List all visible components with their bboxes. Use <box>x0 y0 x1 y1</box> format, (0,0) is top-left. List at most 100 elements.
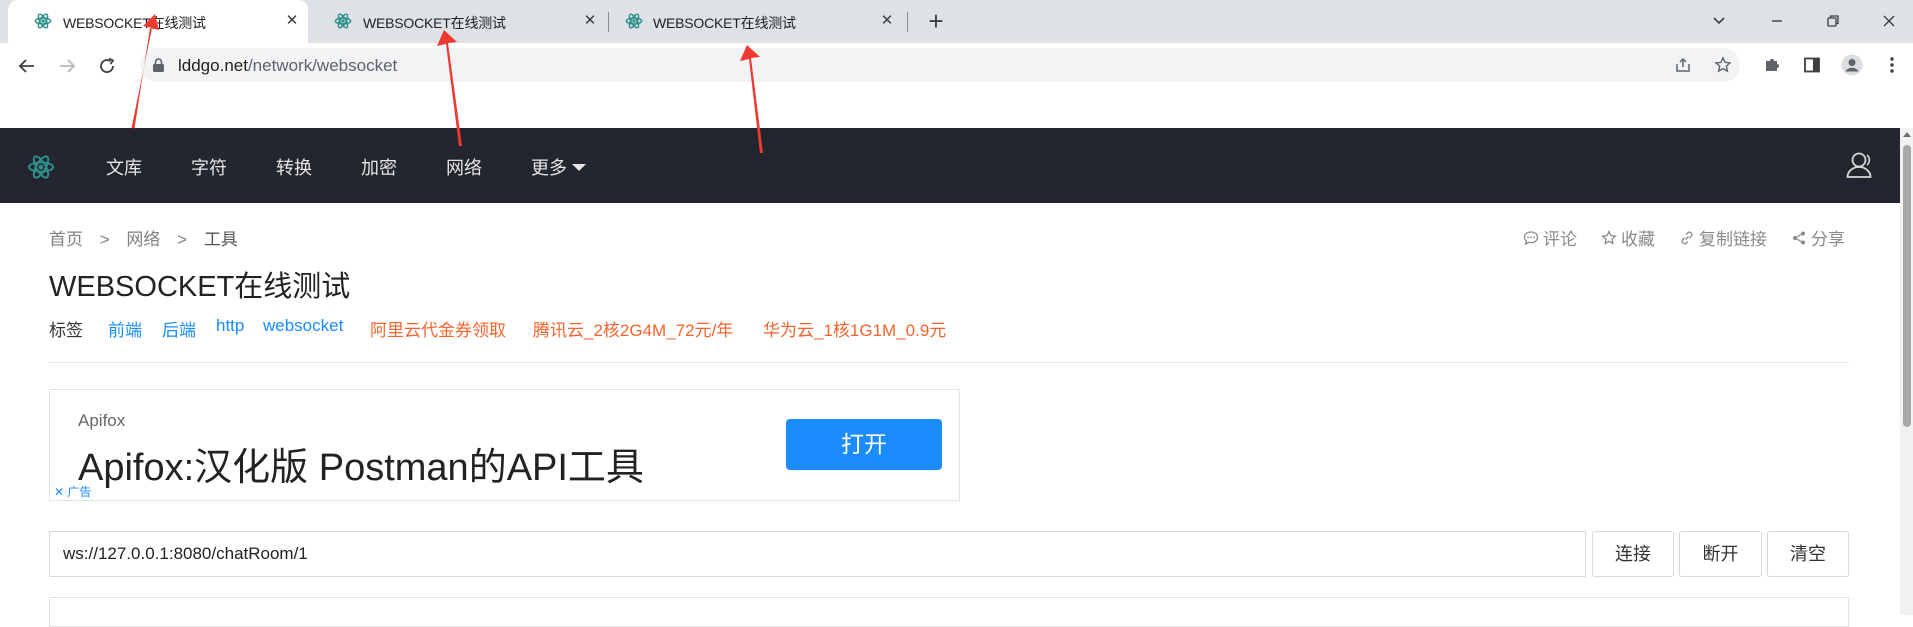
link-icon <box>1681 231 1693 244</box>
tab-close-icon[interactable]: ✕ <box>877 11 897 31</box>
restore-button[interactable] <box>1813 6 1853 36</box>
site-favicon-icon <box>34 13 52 29</box>
breadcrumb-home[interactable]: 首页 <box>49 230 83 249</box>
kebab-menu-icon <box>1890 57 1894 73</box>
message-panel <box>49 597 1849 627</box>
browser-tab-strip: WEBSOCKET在线测试 ✕ WEBSOCKET在线测试 ✕ WEBSOCKE… <box>0 0 1913 43</box>
profile-avatar-icon <box>1841 54 1863 76</box>
tag-link[interactable]: 前端 <box>108 316 142 341</box>
promo-link[interactable]: 阿里云代金券领取 <box>370 316 506 341</box>
nav-item-more-label: 更多 <box>531 158 567 178</box>
site-favicon-icon <box>625 13 643 29</box>
url-path: /network/websocket <box>247 56 398 75</box>
profile-button[interactable] <box>1838 51 1866 79</box>
websocket-url-input[interactable] <box>49 531 1586 577</box>
tags-label: 标签 <box>49 321 83 340</box>
restore-icon <box>1827 15 1839 27</box>
annotation-arrows <box>131 14 763 153</box>
promo-link[interactable]: 华为云_1核1G1M_0.9元 <box>763 316 946 341</box>
url-host: lddgo.net <box>178 56 248 75</box>
disconnect-button[interactable]: 断开 <box>1679 531 1762 577</box>
share-page-button[interactable] <box>1669 51 1697 79</box>
back-arrow-icon <box>18 59 34 73</box>
browser-tab-active[interactable]: WEBSOCKET在线测试 ✕ <box>8 0 308 43</box>
nav-item-network[interactable]: 网络 <box>446 154 482 180</box>
action-comment-label: 评论 <box>1543 230 1577 249</box>
nav-item-characters[interactable]: 字符 <box>191 154 227 180</box>
action-copy-link-label: 复制链接 <box>1699 230 1767 249</box>
browser-tab[interactable]: WEBSOCKET在线测试 ✕ <box>609 0 907 43</box>
browser-menu-button[interactable] <box>1878 51 1906 79</box>
reload-icon <box>100 57 115 73</box>
forward-button[interactable] <box>52 51 82 81</box>
ad-brand: Apifox <box>78 411 126 430</box>
tab-title: WEBSOCKET在线测试 <box>363 15 506 31</box>
action-copy-link[interactable]: 复制链接 <box>1679 225 1767 250</box>
close-window-button[interactable] <box>1869 6 1909 36</box>
ad-open-button[interactable]: 打开 <box>786 419 942 470</box>
site-logo-icon[interactable] <box>26 152 56 182</box>
tag-link[interactable]: 后端 <box>162 316 196 341</box>
ad-label[interactable]: ✕ 广告 <box>54 483 91 500</box>
caret-down-icon <box>572 164 586 171</box>
tab-search-button[interactable] <box>1699 6 1739 36</box>
share-icon <box>1793 231 1805 244</box>
nav-item-convert[interactable]: 转换 <box>276 154 312 180</box>
breadcrumb-current: 工具 <box>203 230 238 249</box>
user-account-icon[interactable] <box>1845 150 1875 180</box>
section-divider <box>49 362 1849 363</box>
close-icon <box>1883 15 1895 27</box>
tab-title: WEBSOCKET在线测试 <box>63 15 206 31</box>
connect-button[interactable]: 连接 <box>1592 531 1674 577</box>
action-favorite[interactable]: 收藏 <box>1601 225 1655 250</box>
forward-arrow-icon <box>60 59 76 73</box>
chevron-down-icon <box>1713 17 1725 25</box>
action-comment[interactable]: 评论 <box>1523 225 1577 250</box>
breadcrumb-network[interactable]: 网络 <box>126 230 160 249</box>
tag-link[interactable]: http <box>216 316 244 336</box>
reload-button[interactable] <box>92 51 122 81</box>
comment-icon <box>1523 230 1539 245</box>
lock-icon <box>153 58 164 72</box>
page-title: WEBSOCKET在线测试 <box>49 271 351 303</box>
tag-link[interactable]: websocket <box>263 316 343 336</box>
ad-headline: Apifox:汉化版 Postman的API工具 <box>78 447 644 489</box>
action-favorite-label: 收藏 <box>1621 230 1655 249</box>
breadcrumb-separator: > <box>177 230 188 249</box>
minimize-button[interactable] <box>1757 6 1797 36</box>
tab-close-icon[interactable]: ✕ <box>580 11 600 31</box>
side-panel-button[interactable] <box>1798 51 1826 79</box>
nav-item-more[interactable]: 更多 <box>531 154 586 180</box>
site-favicon-icon <box>334 13 352 29</box>
promo-link[interactable]: 腾讯云_2核2G4M_72元/年 <box>533 316 733 341</box>
minimize-icon <box>1772 20 1782 22</box>
browser-toolbar: lddgo.net/network/websocket <box>0 43 1913 87</box>
action-share[interactable]: 分享 <box>1791 225 1845 250</box>
breadcrumb: 首页 > 网络 > 工具 <box>49 225 238 250</box>
site-nav-bar: 文库 字符 转换 加密 网络 更多 <box>0 128 1900 203</box>
nav-item-library[interactable]: 文库 <box>106 154 142 180</box>
browser-tab[interactable]: WEBSOCKET在线测试 ✕ <box>308 0 608 43</box>
tab-separator <box>907 12 908 32</box>
side-panel-icon <box>1804 57 1820 73</box>
star-icon <box>1714 56 1732 73</box>
extensions-button[interactable] <box>1758 51 1786 79</box>
address-bar[interactable]: lddgo.net/network/websocket <box>140 48 1740 82</box>
scroll-up-arrow-icon[interactable] <box>1903 132 1911 137</box>
tab-close-icon[interactable]: ✕ <box>282 11 302 31</box>
breadcrumb-separator: > <box>99 230 110 249</box>
ad-banner[interactable]: Apifox Apifox:汉化版 Postman的API工具 打开 ✕ 广告 <box>49 389 960 501</box>
puzzle-icon <box>1766 59 1779 71</box>
tab-title: WEBSOCKET在线测试 <box>653 15 796 31</box>
bookmark-button[interactable] <box>1709 51 1737 79</box>
action-share-label: 分享 <box>1811 230 1845 249</box>
scrollbar-thumb[interactable] <box>1903 145 1911 427</box>
url-text: lddgo.net/network/websocket <box>178 56 397 76</box>
nav-item-encrypt[interactable]: 加密 <box>361 154 397 180</box>
star-icon <box>1601 229 1617 245</box>
page-scrollbar[interactable] <box>1900 128 1913 615</box>
share-page-icon <box>1676 57 1690 72</box>
clear-button[interactable]: 清空 <box>1767 531 1849 577</box>
new-tab-button[interactable]: + <box>922 8 950 36</box>
back-button[interactable] <box>12 51 42 81</box>
